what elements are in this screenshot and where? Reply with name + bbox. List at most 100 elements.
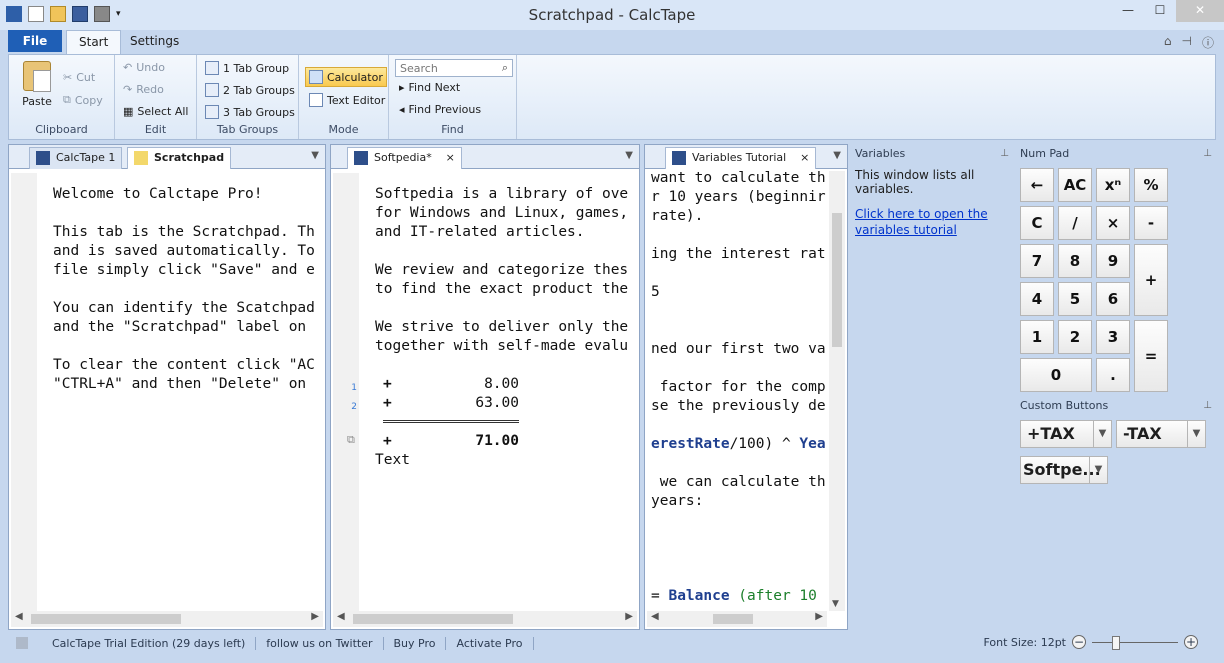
chevron-down-icon[interactable]: ▼ xyxy=(1093,421,1111,447)
zoom-out-icon[interactable]: − xyxy=(1072,635,1086,649)
scroll-thumb[interactable] xyxy=(713,614,753,624)
horizontal-scrollbar[interactable]: ◀ ▶ xyxy=(333,611,637,627)
key-decimal[interactable]: . xyxy=(1096,358,1130,392)
key-multiply[interactable]: × xyxy=(1096,206,1130,240)
tab-calctape-1[interactable]: CalcTape 1 xyxy=(29,147,123,169)
softpedia-text[interactable]: Softpedia is a library of ove for Windows… xyxy=(375,185,637,470)
key-3[interactable]: 3 xyxy=(1096,320,1130,354)
text-line xyxy=(651,530,827,549)
key-0[interactable]: 0 xyxy=(1020,358,1092,392)
variables-tutorial-link[interactable]: Click here to open the variables tutoria… xyxy=(851,196,1013,238)
tab-scratchpad[interactable]: Scratchpad xyxy=(127,147,232,169)
file-tab[interactable]: File xyxy=(8,30,62,52)
line-number: 2 xyxy=(351,402,357,412)
close-tab-icon[interactable]: × xyxy=(800,151,809,164)
cut-button[interactable]: ✂ Cut xyxy=(63,71,95,84)
text-line xyxy=(375,242,637,261)
key-ac[interactable]: AC xyxy=(1058,168,1092,202)
close-tab-icon[interactable]: × xyxy=(446,151,455,164)
key-equals[interactable]: = xyxy=(1134,320,1168,392)
text-editor-mode-button[interactable]: Text Editor xyxy=(309,93,385,107)
pin-panel-icon[interactable]: ⊥ xyxy=(1000,144,1009,164)
key-9[interactable]: 9 xyxy=(1096,244,1130,278)
undo-button[interactable]: ↶ Undo xyxy=(123,61,165,74)
tab-variables-tutorial[interactable]: Variables Tutorial × xyxy=(665,147,817,169)
custom-button-minus-tax[interactable]: -TAX ▼ xyxy=(1116,420,1206,448)
text-line: rate). xyxy=(651,208,704,224)
key-8[interactable]: 8 xyxy=(1058,244,1092,278)
select-all-button[interactable]: ▦ Select All xyxy=(123,105,188,118)
collapse-ribbon-icon[interactable]: ⌂ xyxy=(1164,34,1172,51)
key-percent[interactable]: % xyxy=(1134,168,1168,202)
slider-knob[interactable] xyxy=(1112,636,1120,650)
chevron-down-icon[interactable]: ▼ xyxy=(1089,457,1107,483)
pin-panel-icon[interactable]: ⊥ xyxy=(1203,396,1212,416)
scroll-thumb[interactable] xyxy=(31,614,181,624)
calc-row[interactable]: +63.00 xyxy=(375,394,519,413)
key-4[interactable]: 4 xyxy=(1020,282,1054,316)
three-tab-groups-button[interactable]: 3 Tab Groups xyxy=(205,105,295,119)
tab-start[interactable]: Start xyxy=(66,30,122,54)
font-size-slider[interactable]: − + xyxy=(1072,635,1198,651)
tab-settings[interactable]: Settings xyxy=(118,30,191,54)
find-previous-button[interactable]: ◂ Find Previous xyxy=(399,103,481,116)
minimize-icon[interactable]: — xyxy=(1112,0,1144,22)
key-backspace[interactable]: ← xyxy=(1020,168,1054,202)
scroll-left-icon[interactable]: ◀ xyxy=(651,611,659,622)
key-divide[interactable]: / xyxy=(1058,206,1092,240)
calc-row[interactable]: +8.00 xyxy=(375,375,519,394)
search-input[interactable]: Search ⌕ xyxy=(395,59,513,77)
chevron-down-icon[interactable]: ▼ xyxy=(1187,421,1205,447)
scroll-thumb[interactable] xyxy=(832,213,842,347)
copy-label: Copy xyxy=(74,93,103,107)
tab-list-dropdown-icon[interactable]: ▼ xyxy=(311,150,319,161)
key-1[interactable]: 1 xyxy=(1020,320,1054,354)
custom-button-plus-tax[interactable]: +TAX ▼ xyxy=(1020,420,1112,448)
key-power[interactable]: xⁿ xyxy=(1096,168,1130,202)
key-7[interactable]: 7 xyxy=(1020,244,1054,278)
maximize-icon[interactable]: ☐ xyxy=(1144,0,1176,22)
zoom-in-icon[interactable]: + xyxy=(1184,635,1198,649)
scroll-thumb[interactable] xyxy=(353,614,513,624)
horizontal-scrollbar[interactable]: ◀ ▶ xyxy=(11,611,323,627)
twitter-link[interactable]: follow us on Twitter xyxy=(256,636,384,650)
key-5[interactable]: 5 xyxy=(1058,282,1092,316)
key-minus[interactable]: - xyxy=(1134,206,1168,240)
redo-button[interactable]: ↷ Redo xyxy=(123,83,164,96)
scroll-right-icon[interactable]: ▶ xyxy=(311,611,319,622)
tab-list-dropdown-icon[interactable]: ▼ xyxy=(833,150,841,161)
scroll-down-icon[interactable]: ▼ xyxy=(832,599,839,609)
one-tab-group-button[interactable]: 1 Tab Group xyxy=(205,61,289,75)
copy-button[interactable]: ⧉ Copy xyxy=(63,93,103,107)
calc-total-row[interactable]: +71.00 xyxy=(375,432,519,451)
scroll-right-icon[interactable]: ▶ xyxy=(815,611,823,622)
one-tab-group-icon xyxy=(205,61,219,75)
vertical-scrollbar[interactable]: ▼ xyxy=(829,171,845,611)
find-next-button[interactable]: ▸ Find Next xyxy=(399,81,460,94)
pin-panel-icon[interactable]: ⊥ xyxy=(1203,144,1212,164)
pin-icon[interactable]: ⊣ xyxy=(1182,34,1192,51)
copy-result-icon[interactable]: ⧉ xyxy=(347,433,355,447)
two-tab-groups-button[interactable]: 2 Tab Groups xyxy=(205,83,295,97)
key-2[interactable]: 2 xyxy=(1058,320,1092,354)
custom-button-softpedia[interactable]: Softpe... ▼ xyxy=(1020,456,1108,484)
scroll-left-icon[interactable]: ◀ xyxy=(15,611,23,622)
horizontal-scrollbar[interactable]: ◀ ▶ xyxy=(647,611,827,627)
key-clear[interactable]: C xyxy=(1020,206,1054,240)
paste-button[interactable]: Paste xyxy=(19,61,55,108)
info-icon[interactable]: ⓘ xyxy=(1202,34,1214,51)
scroll-right-icon[interactable]: ▶ xyxy=(625,611,633,622)
key-6[interactable]: 6 xyxy=(1096,282,1130,316)
tab-list-dropdown-icon[interactable]: ▼ xyxy=(625,150,633,161)
scroll-left-icon[interactable]: ◀ xyxy=(337,611,345,622)
buy-pro-link[interactable]: Buy Pro xyxy=(384,636,447,650)
scratchpad-text[interactable]: Welcome to Calctape Pro! This tab is the… xyxy=(53,185,319,394)
calculator-mode-button[interactable]: Calculator xyxy=(305,67,387,87)
tab-softpedia[interactable]: Softpedia* × xyxy=(347,147,462,169)
search-icon[interactable]: ⌕ xyxy=(502,61,508,75)
variables-tutorial-text[interactable]: want to calculate th r 10 years (beginnir… xyxy=(651,169,827,609)
find-group: Search ⌕ ▸ Find Next ◂ Find Previous Fin… xyxy=(389,55,517,139)
key-plus[interactable]: + xyxy=(1134,244,1168,316)
activate-pro-link[interactable]: Activate Pro xyxy=(446,636,534,650)
close-icon[interactable]: ✕ xyxy=(1176,0,1224,22)
